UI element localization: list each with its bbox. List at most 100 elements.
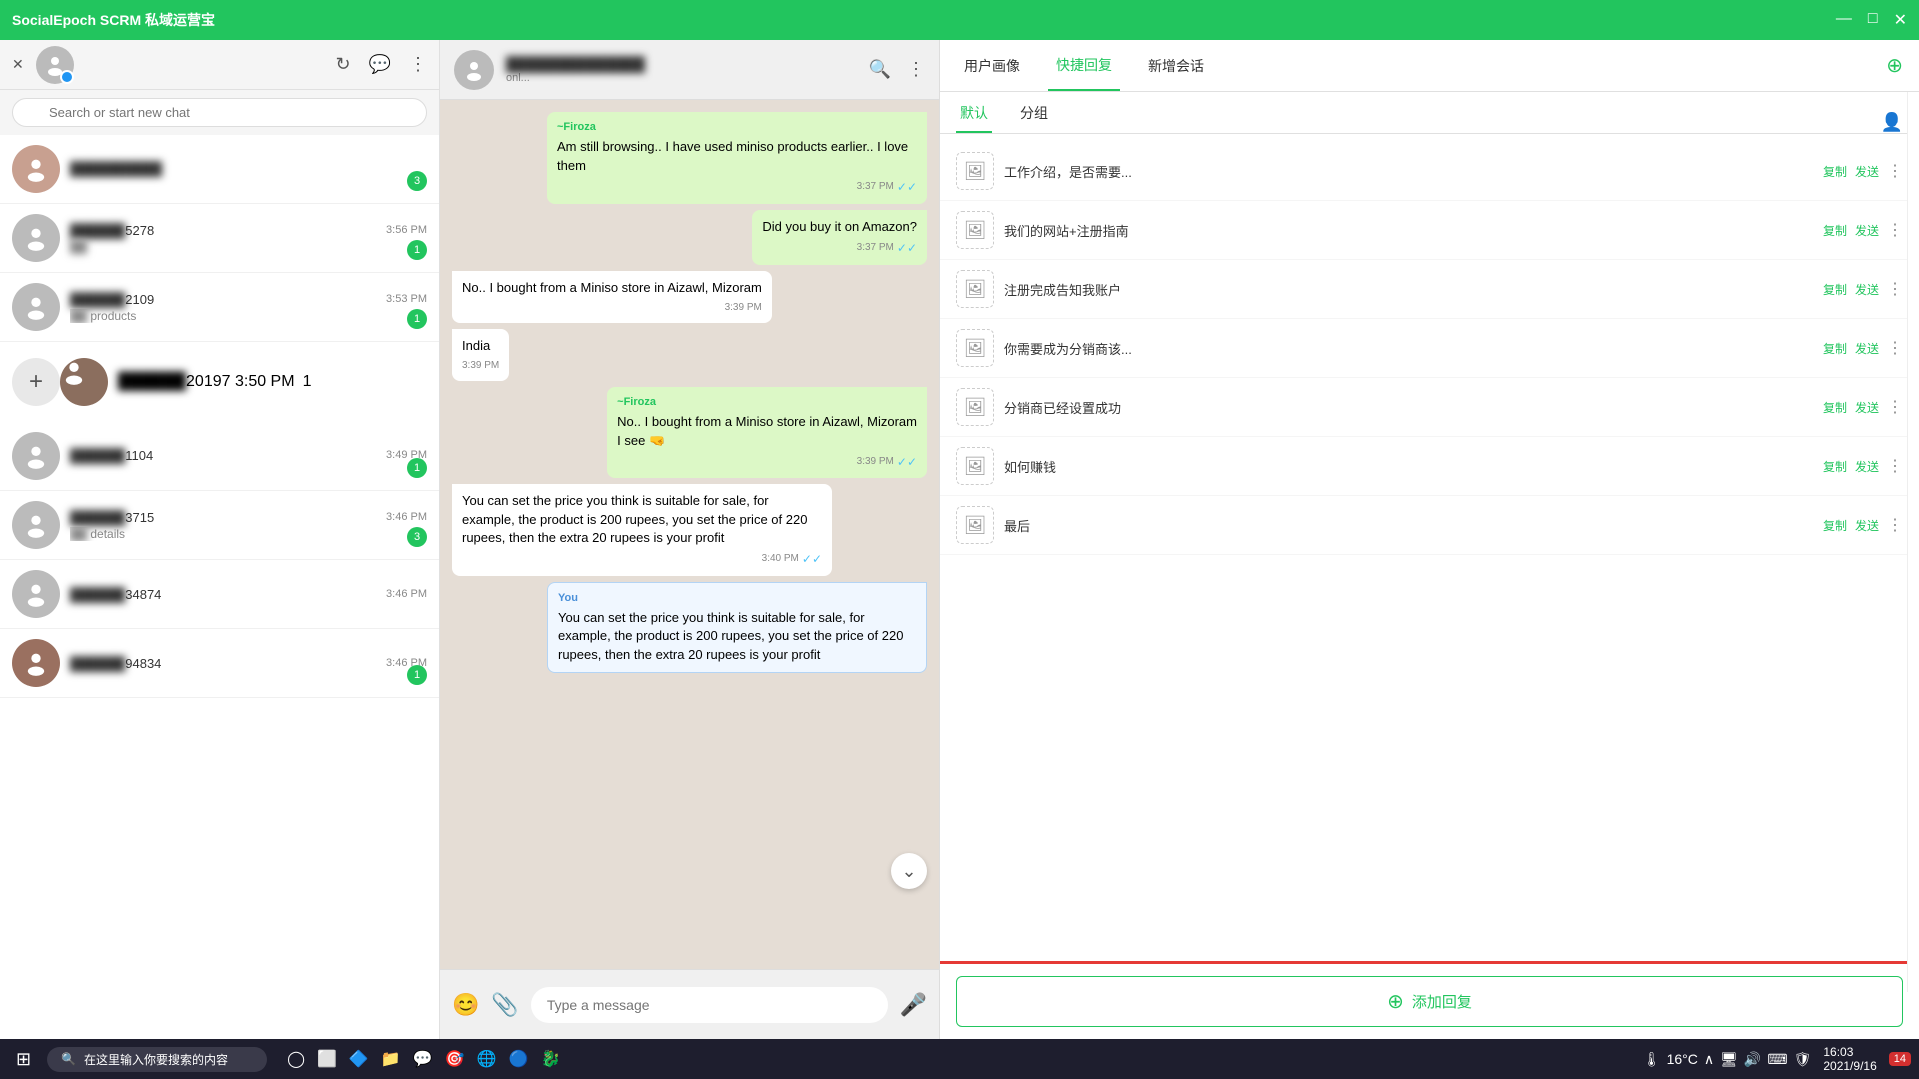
task-icon-wechat[interactable]: 💬 — [413, 1049, 433, 1069]
list-item[interactable]: ██████3715 3:46 PM ██ details 3 — [0, 491, 439, 560]
qr-image-icon: 🖼 — [956, 270, 994, 308]
message-text: No.. I bought from a Miniso store in Aiz… — [462, 279, 762, 297]
chat-list: ██████████ 3 ██████5278 3:56 PM ██ — [0, 135, 439, 1039]
send-button[interactable]: 发送 — [1855, 340, 1879, 357]
weather-icon: 🌡 — [1643, 1051, 1661, 1068]
list-item[interactable]: ██████1104 3:49 PM 1 — [0, 422, 439, 491]
voice-icon[interactable]: 🎤 — [900, 992, 927, 1018]
task-icon-blue[interactable]: 🔷 — [349, 1049, 369, 1069]
scroll-down-button[interactable]: ⌄ — [891, 853, 927, 889]
send-button[interactable]: 发送 — [1855, 163, 1879, 180]
close-button[interactable]: ✕ — [1894, 10, 1907, 30]
message-text: No.. I bought from a Miniso store in Aiz… — [617, 413, 917, 431]
user-icon[interactable]: 👤 — [1916, 104, 1919, 146]
tray-up-icon[interactable]: ∧ — [1704, 1051, 1714, 1068]
task-icon-square[interactable]: ⬜ — [317, 1049, 337, 1069]
chat-icon[interactable]: 💬 — [369, 54, 391, 75]
volume-icon[interactable]: 🔊 — [1744, 1051, 1761, 1068]
more-icon[interactable]: ⋮ — [1887, 279, 1903, 299]
message-input[interactable] — [531, 987, 888, 1023]
copy-button[interactable]: 复制 — [1823, 517, 1847, 534]
face-icon[interactable]: 😊 — [1916, 220, 1919, 262]
more-options-icon[interactable]: ⋮ — [907, 59, 925, 80]
sidebar-icons: ↻ 💬 ⋮ — [335, 54, 427, 75]
qr-text: 分销商已经设置成功 — [1004, 398, 1813, 417]
person-icon[interactable]: 🙍 — [1916, 336, 1919, 378]
maximize-button[interactable]: □ — [1868, 10, 1878, 30]
copy-button[interactable]: 复制 — [1823, 399, 1847, 416]
task-icon-folder[interactable]: 📁 — [381, 1049, 401, 1069]
time: 16:03 — [1823, 1045, 1876, 1059]
more-icon[interactable]: ⋮ — [409, 54, 427, 75]
list-item[interactable]: ██████94834 3:46 PM 1 — [0, 629, 439, 698]
task-icon-game[interactable]: 🎯 — [445, 1049, 465, 1069]
task-icon-circle[interactable]: ◯ — [287, 1049, 305, 1069]
send-button[interactable]: 发送 — [1855, 517, 1879, 534]
refresh-icon[interactable]: ↻ — [335, 54, 350, 75]
task-icon-edge[interactable]: 🌐 — [477, 1049, 497, 1069]
start-button[interactable]: ⊞ — [8, 1045, 39, 1074]
copy-button[interactable]: 复制 — [1823, 281, 1847, 298]
subtab-default[interactable]: 默认 — [956, 95, 992, 133]
more-icon[interactable]: ⋮ — [1887, 456, 1903, 476]
list-item[interactable]: ██████████ 3 — [0, 135, 439, 204]
contact-name: ██████34874 — [70, 587, 161, 602]
send-button[interactable]: 发送 — [1855, 458, 1879, 475]
copy-button[interactable]: 复制 — [1823, 222, 1847, 239]
more-icon[interactable]: ⋮ — [1887, 397, 1903, 417]
settings-icon[interactable]: ⚙️ — [1916, 394, 1919, 436]
send-button[interactable]: 发送 — [1855, 281, 1879, 298]
more-icon[interactable]: ⋮ — [1887, 338, 1903, 358]
list-item[interactable]: ██████34874 3:46 PM — [0, 560, 439, 629]
copy-button[interactable]: 复制 — [1823, 163, 1847, 180]
taskbar-search[interactable]: 🔍 在这里输入你要搜索的内容 — [47, 1047, 267, 1072]
messages-list: ~Firoza Am still browsing.. I have used … — [440, 100, 939, 969]
more-icon[interactable]: ⋮ — [1887, 220, 1903, 240]
qr-actions: 复制 发送 ⋮ — [1823, 515, 1903, 535]
user-add-icon[interactable]: 👤 — [1881, 112, 1903, 132]
system-tray: 🌡 16°C ∧ 🖥 🔊 ⌨ 🛡 — [1643, 1051, 1812, 1068]
add-chat-button[interactable]: + — [12, 358, 60, 406]
tab-newchat[interactable]: 新增会话 — [1140, 42, 1212, 90]
qr-image-icon: 🖼 — [956, 388, 994, 426]
attach-icon[interactable]: 📎 — [491, 992, 518, 1018]
more-icon[interactable]: ⋮ — [1887, 161, 1903, 181]
message-bubble: You can set the price you think is suita… — [452, 484, 832, 575]
list-item[interactable]: ██████5278 3:56 PM ██ 1 — [0, 204, 439, 273]
contact-info: ██████████████ onl... — [506, 56, 857, 84]
task-icon-app[interactable]: 🐉 — [540, 1049, 560, 1069]
send-button[interactable]: 发送 — [1855, 222, 1879, 239]
message-sender: ~Firoza — [617, 395, 917, 410]
add-reply-button[interactable]: ⊕ 添加回复 — [956, 976, 1903, 1027]
tick-icon: ✓✓ — [897, 179, 917, 196]
copy-button[interactable]: 复制 — [1823, 458, 1847, 475]
image-icon[interactable]: 🖼️ — [1916, 162, 1919, 204]
chat-time: 3:53 PM — [386, 293, 427, 305]
contact-status: onl... — [506, 72, 857, 84]
tab-portrait[interactable]: 用户画像 — [956, 42, 1028, 90]
network-icon[interactable]: 🖥 — [1720, 1051, 1738, 1068]
message-text: India — [462, 337, 499, 355]
copy-button[interactable]: 复制 — [1823, 340, 1847, 357]
search-input[interactable] — [12, 98, 427, 127]
emoji-icon[interactable]: 😊 — [452, 992, 479, 1018]
minimize-button[interactable]: — — [1836, 10, 1852, 30]
list-item[interactable]: ██████20197 3:50 PM 1 — [60, 358, 427, 406]
right-sidebar-icons: 👤 🖼️ 😊 ⊞ 🙍 ⚙️ — [1907, 92, 1919, 992]
subtab-group[interactable]: 分组 — [1016, 95, 1052, 133]
qr-image-icon: 🖼 — [956, 211, 994, 249]
search-icon[interactable]: 🔍 — [869, 59, 891, 80]
list-item[interactable]: ██████2109 3:53 PM ██ products 1 — [0, 273, 439, 342]
tab-quickreply[interactable]: 快捷回复 — [1048, 41, 1120, 91]
keyboard-icon[interactable]: ⌨ — [1767, 1051, 1787, 1068]
more-options-icon[interactable]: ⊕ — [1886, 53, 1903, 78]
antivirus-icon[interactable]: 🛡 — [1794, 1051, 1812, 1068]
grid-icon[interactable]: ⊞ — [1916, 278, 1919, 320]
send-button[interactable]: 发送 — [1855, 399, 1879, 416]
more-icon[interactable]: ⋮ — [1887, 515, 1903, 535]
contact-name: ██████5278 — [70, 223, 154, 238]
qr-image-icon: 🖼 — [956, 447, 994, 485]
notification-badge[interactable]: 14 — [1889, 1052, 1911, 1066]
task-icon-chrome[interactable]: 🔵 — [509, 1049, 529, 1069]
close-icon[interactable]: ✕ — [12, 56, 24, 73]
